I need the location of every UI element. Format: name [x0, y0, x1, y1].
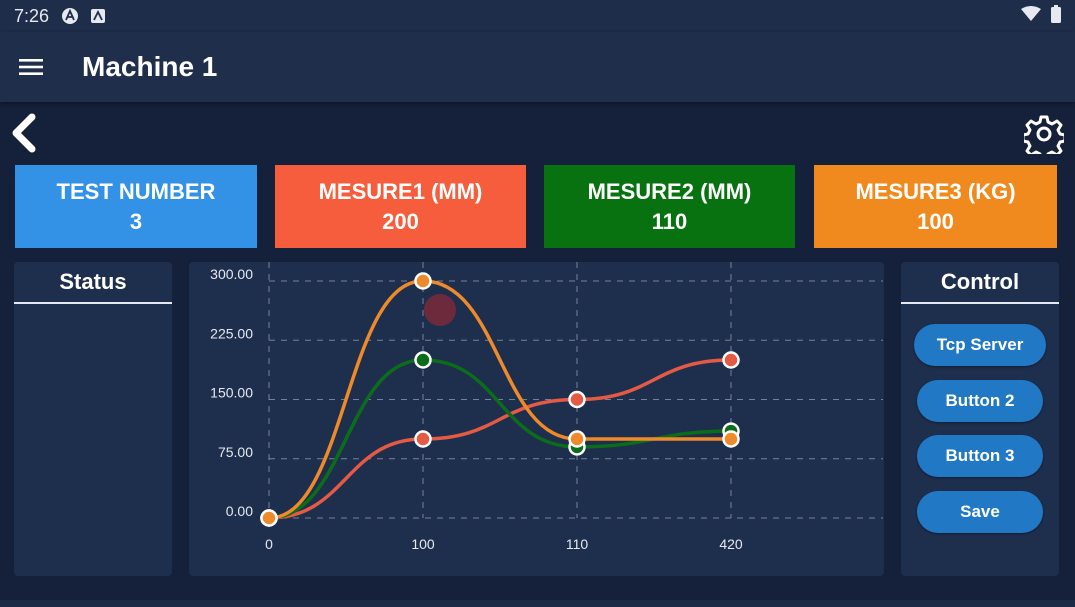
card-label: MESURE1 (MM): [318, 178, 483, 204]
y-tick-label: 0.00: [226, 503, 253, 519]
y-tick-label: 300.00: [210, 266, 253, 282]
wifi-icon: [1021, 5, 1041, 27]
clock: 7:26: [14, 5, 50, 26]
card-mesure2: MESURE2 (MM) 110: [544, 165, 795, 248]
x-tick-label: 110: [566, 536, 589, 552]
settings-gear-icon[interactable]: [1022, 112, 1066, 156]
y-tick-label: 225.00: [210, 325, 253, 341]
tcp-server-button[interactable]: Tcp Server: [914, 324, 1046, 366]
series-point-0: [414, 430, 432, 448]
touch-indicator: [424, 294, 456, 326]
button-3[interactable]: Button 3: [917, 435, 1043, 477]
x-tick-label: 420: [719, 536, 743, 552]
card-value: 100: [917, 208, 954, 234]
page-title: Machine 1: [82, 51, 218, 82]
save-button[interactable]: Save: [917, 491, 1043, 533]
card-mesure1: MESURE1 (MM) 200: [275, 165, 526, 248]
series-point-2: [414, 272, 432, 290]
series-point-2: [568, 430, 586, 448]
measurement-line-chart: 0.00 75.00 150.00 225.00 300.00 0 100 110 420: [210, 262, 883, 552]
back-chevron-icon[interactable]: [6, 112, 42, 154]
y-tick-label: 150.00: [210, 385, 253, 401]
series-point-2: [260, 509, 278, 527]
status-panel-title: Status: [14, 262, 172, 304]
button-2[interactable]: Button 2: [917, 380, 1043, 422]
app-bar: Machine 1: [0, 32, 1075, 102]
notification-icon: [89, 7, 107, 25]
chart-panel: 0.00 75.00 150.00 225.00 300.00 0 100 110 420: [189, 262, 884, 576]
card-value: 3: [129, 208, 143, 234]
card-label: MESURE2 (MM): [587, 178, 752, 204]
battery-icon: [1051, 4, 1061, 28]
card-value: 200: [382, 208, 419, 234]
series-point-2: [722, 430, 740, 448]
card-test-number: TEST NUMBER 3: [15, 165, 257, 248]
card-label: MESURE3 (KG): [855, 178, 1016, 204]
x-tick-label: 0: [265, 536, 273, 552]
series-point-0: [722, 351, 740, 369]
app-notification-icon: [61, 7, 79, 25]
control-panel-title: Control: [901, 262, 1059, 304]
card-value: 110: [651, 208, 688, 234]
card-mesure3: MESURE3 (KG) 100: [814, 165, 1057, 248]
status-panel: Status: [14, 262, 172, 576]
card-label: TEST NUMBER: [56, 178, 216, 204]
series-point-0: [568, 390, 586, 409]
hamburger-menu-icon[interactable]: [0, 32, 62, 102]
series-point-1: [414, 351, 432, 369]
system-status-bar: 7:26: [0, 0, 1075, 32]
x-tick-label: 100: [411, 536, 435, 552]
control-panel: Control Tcp Server Button 2 Button 3 Sav…: [901, 262, 1059, 576]
bottom-edge: [0, 600, 1075, 607]
y-tick-label: 75.00: [218, 444, 253, 460]
